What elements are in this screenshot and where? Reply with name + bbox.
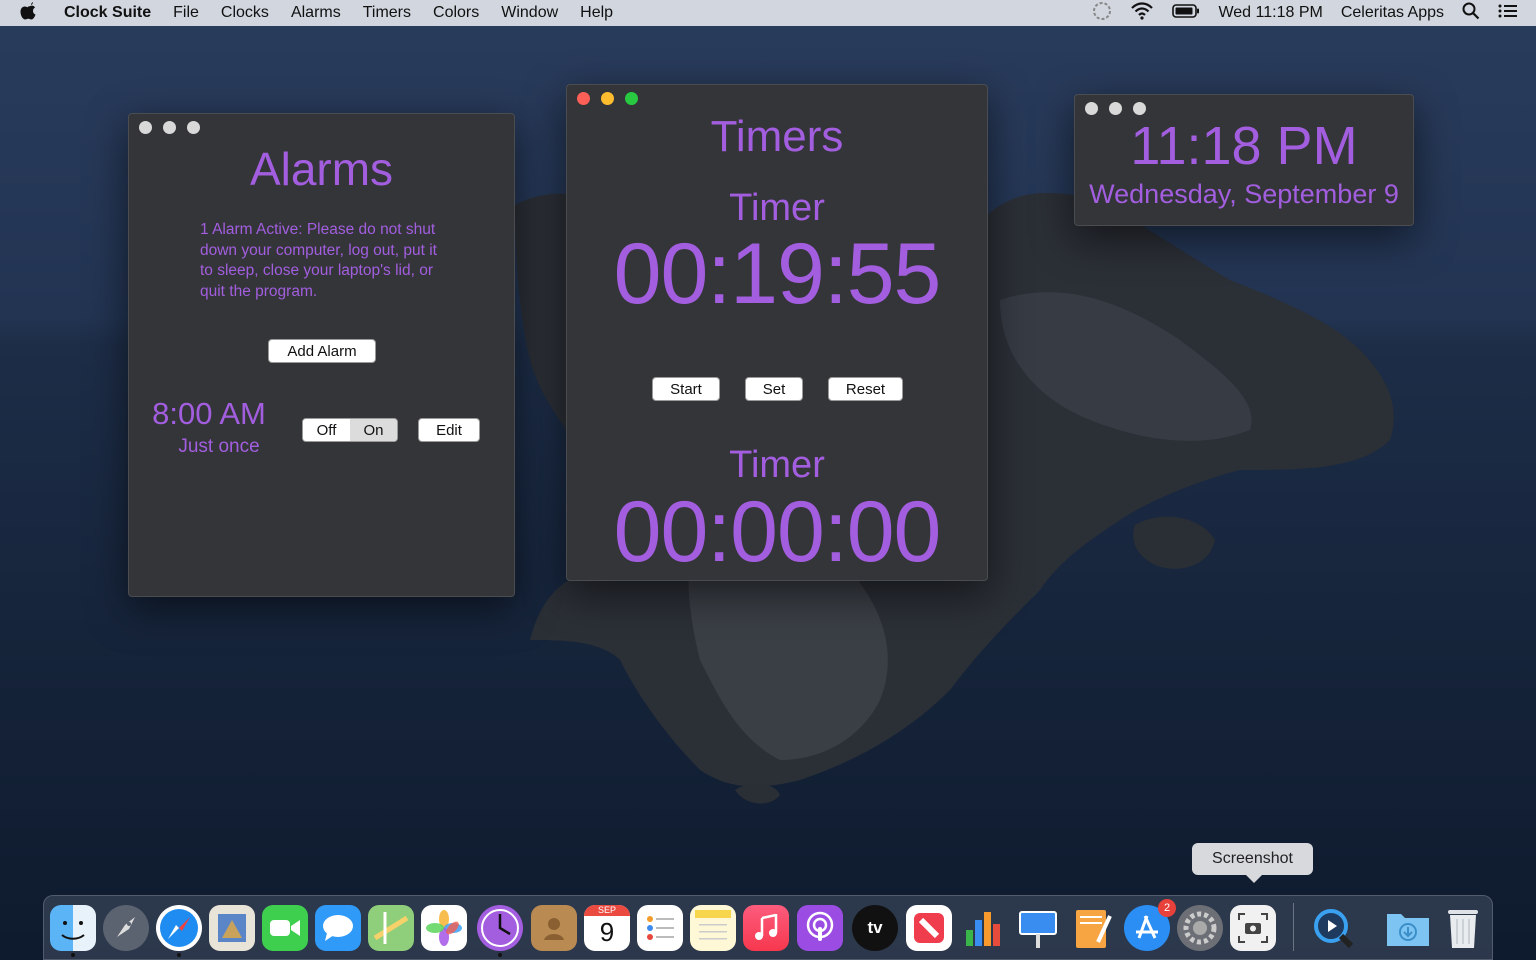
podcasts-icon[interactable] <box>797 905 843 951</box>
launchpad-icon[interactable] <box>103 905 149 951</box>
close-button[interactable] <box>139 121 152 134</box>
window-controls <box>577 92 649 105</box>
clock-suite-icon[interactable] <box>477 905 523 951</box>
alarm-time: 8:00 AM <box>152 396 266 431</box>
clock-time: 11:18 PM <box>1130 116 1358 176</box>
timer-1-value: 00:19:55 <box>613 226 942 322</box>
alarm-notice: 1 Alarm Active: Please do not shut down … <box>200 221 437 300</box>
app-menu-clock-suite[interactable]: Clock Suite <box>64 4 151 22</box>
tv-label: tv <box>867 918 883 937</box>
system-preferences-icon[interactable] <box>1177 905 1223 951</box>
downloads-folder-icon[interactable] <box>1385 905 1431 951</box>
zoom-button[interactable] <box>625 92 638 105</box>
menu-file[interactable]: File <box>173 4 199 22</box>
running-indicator <box>71 953 75 957</box>
alarm-toggle-off[interactable]: Off <box>303 419 350 441</box>
running-indicator <box>498 953 502 957</box>
alarm-repeat: Just once <box>178 436 260 457</box>
photos-icon[interactable] <box>421 905 467 951</box>
mail-icon[interactable] <box>209 905 255 951</box>
quicktime-icon[interactable] <box>1310 905 1356 951</box>
add-alarm-button[interactable]: Add Alarm <box>268 339 376 363</box>
reset-button[interactable]: Reset <box>828 377 903 401</box>
calendar-month: SEP <box>584 905 630 916</box>
close-button[interactable] <box>577 92 590 105</box>
menubar-user[interactable]: Celeritas Apps <box>1341 4 1444 22</box>
timer-2-value: 00:00:00 <box>613 484 942 580</box>
menu-window[interactable]: Window <box>501 4 558 22</box>
calendar-day: 9 <box>599 917 615 947</box>
alarm-toggle[interactable]: Off On <box>302 418 398 442</box>
night-shift-icon[interactable] <box>1092 1 1112 26</box>
alarms-window: Alarms 1 Alarm Active: Please do not shu… <box>128 113 515 597</box>
numbers-icon[interactable] <box>961 905 1007 951</box>
search-icon[interactable] <box>1462 2 1480 25</box>
timers-title: Timers <box>710 112 844 161</box>
maps-icon[interactable] <box>368 905 414 951</box>
timer-2-label: Timer <box>729 444 825 486</box>
notes-icon[interactable] <box>690 905 736 951</box>
dock-tooltip: Screenshot <box>1192 843 1313 883</box>
clock-window: 11:18 PM Wednesday, September 9 <box>1074 94 1414 226</box>
minimize-button[interactable] <box>1109 102 1122 115</box>
minimize-button[interactable] <box>601 92 614 105</box>
facetime-icon[interactable] <box>262 905 308 951</box>
messages-icon[interactable] <box>315 905 361 951</box>
alarms-title: Alarms <box>249 143 394 195</box>
app-store-icon[interactable]: 2 <box>1124 899 1176 951</box>
set-button[interactable]: Set <box>745 377 803 401</box>
safari-icon[interactable] <box>156 905 202 951</box>
running-indicator <box>177 953 181 957</box>
zoom-button[interactable] <box>187 121 200 134</box>
start-button[interactable]: Start <box>652 377 720 401</box>
calendar-icon[interactable]: SEP 9 <box>584 905 630 951</box>
clock-date: Wednesday, September 9 <box>1089 179 1399 209</box>
tv-icon[interactable]: tv <box>852 905 898 951</box>
apple-menu-icon[interactable] <box>20 1 36 25</box>
dock-separator <box>1293 903 1294 951</box>
contacts-icon[interactable] <box>531 905 577 951</box>
music-icon[interactable] <box>743 905 789 951</box>
timer-1-label: Timer <box>729 187 825 229</box>
battery-icon[interactable] <box>1172 3 1200 23</box>
wifi-icon[interactable] <box>1130 1 1154 25</box>
menubar-datetime[interactable]: Wed 11:18 PM <box>1218 4 1322 22</box>
list-icon[interactable] <box>1498 3 1518 24</box>
reminders-icon[interactable] <box>637 905 683 951</box>
zoom-button[interactable] <box>1133 102 1146 115</box>
close-button[interactable] <box>1085 102 1098 115</box>
minimize-button[interactable] <box>163 121 176 134</box>
keynote-icon[interactable] <box>1015 905 1061 951</box>
window-controls <box>139 121 211 134</box>
window-controls <box>1085 102 1157 115</box>
app-store-badge: 2 <box>1158 899 1176 917</box>
menu-colors[interactable]: Colors <box>433 4 479 22</box>
menu-clocks[interactable]: Clocks <box>221 4 269 22</box>
edit-alarm-button[interactable]: Edit <box>418 418 480 442</box>
finder-icon[interactable] <box>50 905 96 951</box>
alarm-toggle-on[interactable]: On <box>350 419 397 441</box>
menu-alarms[interactable]: Alarms <box>291 4 341 22</box>
news-icon[interactable] <box>906 905 952 951</box>
screenshot-icon[interactable] <box>1230 905 1276 951</box>
menu-bar: Clock Suite File Clocks Alarms Timers Co… <box>0 0 1536 26</box>
menu-help[interactable]: Help <box>580 4 613 22</box>
timers-window: Timers Timer 00:19:55 Start Set Reset Ti… <box>566 84 988 581</box>
menu-timers[interactable]: Timers <box>363 4 411 22</box>
trash-icon[interactable] <box>1440 905 1486 951</box>
pages-icon[interactable] <box>1069 905 1115 951</box>
